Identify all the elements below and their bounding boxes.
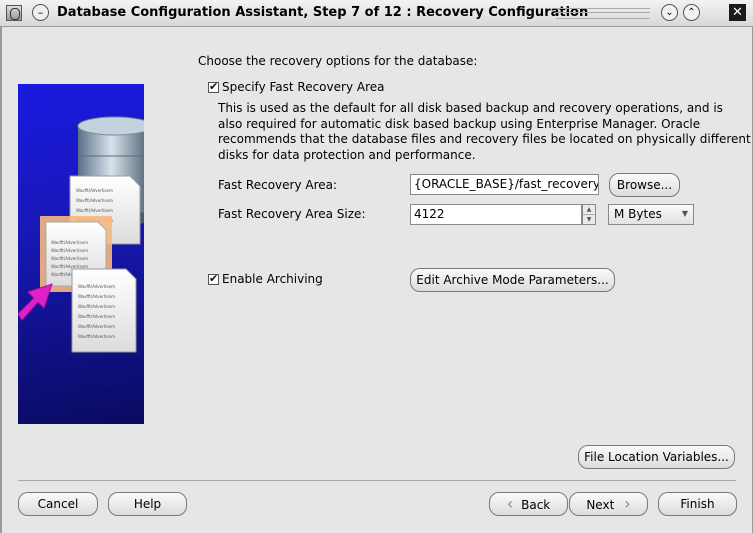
spinner-up-icon[interactable]: ▲ xyxy=(583,205,595,214)
next-button[interactable]: Next › xyxy=(569,492,648,516)
cancel-button[interactable]: Cancel xyxy=(18,492,98,516)
fast-recovery-size-input[interactable]: 4122 xyxy=(410,204,582,225)
fast-recovery-checkbox-label[interactable]: Specify Fast Recovery Area xyxy=(222,80,384,94)
help-button[interactable]: Help xyxy=(108,492,187,516)
svg-text:Wavfft/Advertisem: Wavfft/Advertisem xyxy=(51,264,88,269)
window-menu-button[interactable]: – xyxy=(32,4,49,21)
enable-archiving-checkbox[interactable] xyxy=(208,272,219,285)
fast-recovery-area-input[interactable]: {ORACLE_BASE}/fast_recovery_a xyxy=(410,174,599,195)
svg-text:Wavfft/Advertisem: Wavfft/Advertisem xyxy=(76,188,113,193)
size-spinner[interactable]: ▲ ▼ xyxy=(582,204,596,225)
svg-text:Wavfft/Advertisem: Wavfft/Advertisem xyxy=(78,324,115,329)
maximize-button[interactable]: ⌃ xyxy=(683,4,700,21)
finish-button[interactable]: Finish xyxy=(658,492,737,516)
svg-text:Wavfft/Advertisem: Wavfft/Advertisem xyxy=(51,256,88,261)
spinner-down-icon[interactable]: ▼ xyxy=(583,214,595,224)
footer-separator xyxy=(18,480,736,481)
window-title: Database Configuration Assistant, Step 7… xyxy=(57,5,589,20)
app-icon xyxy=(6,5,22,21)
recovery-options-heading: Choose the recovery options for the data… xyxy=(198,54,478,68)
chevron-down-icon: ▼ xyxy=(681,209,688,218)
svg-text:Wavfft/Advertisem: Wavfft/Advertisem xyxy=(78,314,115,319)
svg-text:Wavfft/Advertisem: Wavfft/Advertisem xyxy=(78,334,115,339)
svg-text:Wavfft/Advertisem: Wavfft/Advertisem xyxy=(78,294,115,299)
chevron-right-icon: › xyxy=(624,494,631,513)
title-bar: – Database Configuration Assistant, Step… xyxy=(0,0,753,27)
fast-recovery-description-line-1: This is used as the default for all disk… xyxy=(218,101,723,115)
size-unit-value: M Bytes xyxy=(614,207,662,221)
window-border-left xyxy=(0,27,2,533)
back-button[interactable]: ‹ Back xyxy=(489,492,568,516)
svg-text:Wavfft/Advertisem: Wavfft/Advertisem xyxy=(76,208,113,213)
chevron-left-icon: ‹ xyxy=(506,494,514,513)
size-unit-select[interactable]: M Bytes ▼ xyxy=(608,204,694,225)
fast-recovery-area-label: Fast Recovery Area: xyxy=(218,178,338,192)
database-illustration-graphic: Wavfft/Advertisem Wavfft/Advertisem Wavf… xyxy=(18,116,144,353)
svg-text:Wavfft/Advertisem: Wavfft/Advertisem xyxy=(76,198,113,203)
minimize-button[interactable]: ⌄ xyxy=(661,4,678,21)
file-location-variables-button[interactable]: File Location Variables... xyxy=(578,445,735,469)
fast-recovery-size-label: Fast Recovery Area Size: xyxy=(218,207,366,221)
database-illustration: Wavfft/Advertisem Wavfft/Advertisem Wavf… xyxy=(18,84,144,424)
svg-text:Wavfft/Advertisem: Wavfft/Advertisem xyxy=(51,248,88,253)
svg-text:Wavfft/Advertisem: Wavfft/Advertisem xyxy=(51,240,88,245)
fast-recovery-description-line-4: disks for data protection and performanc… xyxy=(218,148,476,162)
fast-recovery-description-line-2: also required for automatic disk based b… xyxy=(218,117,701,131)
edit-archive-mode-parameters-button[interactable]: Edit Archive Mode Parameters... xyxy=(410,268,615,292)
fast-recovery-description-line-3: recommends that the database files and r… xyxy=(218,132,751,146)
enable-archiving-label[interactable]: Enable Archiving xyxy=(222,272,323,286)
title-bar-grip xyxy=(556,8,650,19)
next-button-label: Next xyxy=(586,498,615,512)
back-button-label: Back xyxy=(521,498,551,512)
browse-button[interactable]: Browse... xyxy=(609,173,680,197)
close-button[interactable]: ✕ xyxy=(729,4,746,21)
svg-text:Wavfft/Advertisem: Wavfft/Advertisem xyxy=(78,284,115,289)
svg-text:Wavfft/Advertisem: Wavfft/Advertisem xyxy=(78,304,115,309)
fast-recovery-checkbox[interactable] xyxy=(208,80,219,93)
